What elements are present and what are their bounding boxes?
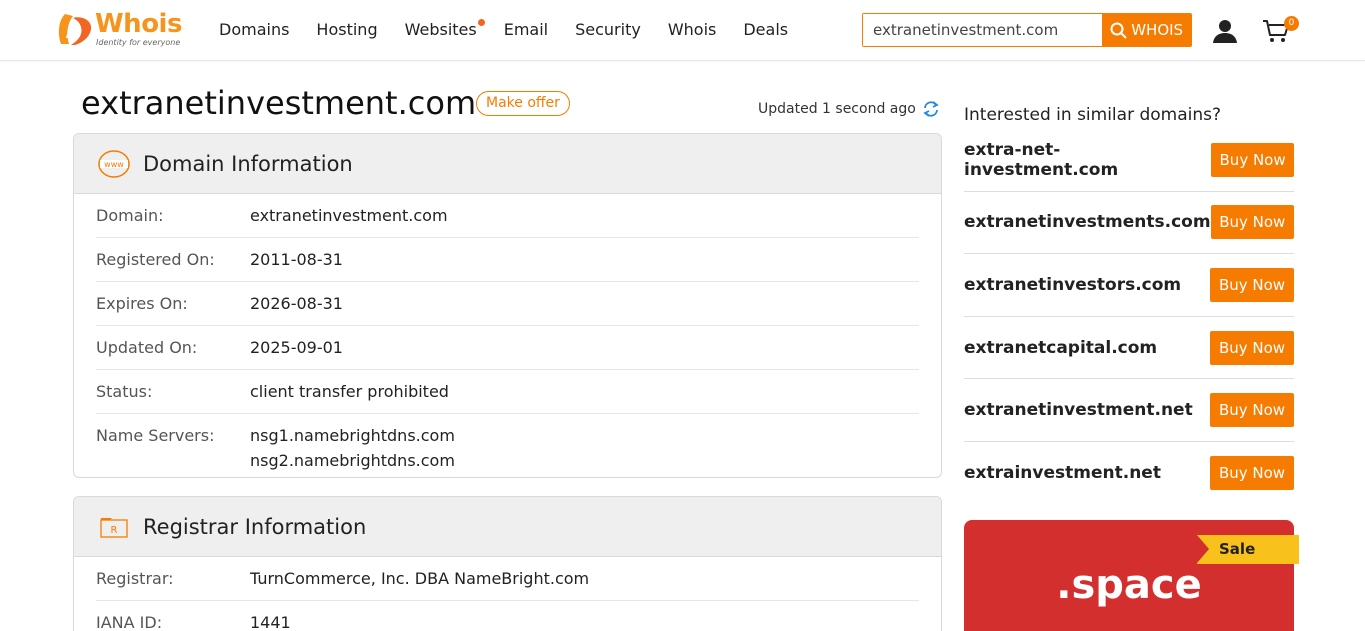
nav-websites-label: Websites: [404, 20, 477, 39]
row-value: extranetinvestment.com: [250, 206, 448, 225]
make-offer-button[interactable]: Make offer: [476, 91, 570, 116]
registrar-information-panel: R Registrar Information Registrar: TurnC…: [73, 496, 942, 631]
suggested-domain[interactable]: extranetinvestors.com: [964, 275, 1181, 295]
whois-search: WHOIS: [862, 13, 1192, 47]
suggested-domain[interactable]: extra-net-investment.com: [964, 140, 1211, 180]
list-item: extrainvestment.net Buy Now: [964, 442, 1294, 505]
row-value: client transfer prohibited: [250, 382, 449, 401]
panel-header: R Registrar Information: [74, 497, 941, 557]
row-label: Registered On:: [96, 250, 215, 269]
buy-now-button[interactable]: Buy Now: [1210, 205, 1294, 240]
nav-domains[interactable]: Domains: [219, 18, 289, 42]
list-item: extranetinvestment.net Buy Now: [964, 379, 1294, 442]
nav-deals[interactable]: Deals: [743, 18, 788, 42]
nav-websites[interactable]: Websites: [404, 18, 485, 42]
row-value: 1441: [250, 613, 291, 631]
row-label: IANA ID:: [96, 613, 163, 631]
info-row: Expires On: 2026-08-31: [96, 282, 919, 326]
row-value: 2025-09-01: [250, 338, 343, 357]
updated-status: Updated 1 second ago: [758, 100, 940, 118]
svg-text:www: www: [104, 160, 124, 169]
list-item: extra-net-investment.com Buy Now: [964, 129, 1294, 192]
www-icon: www: [98, 149, 130, 179]
row-label: Registrar:: [96, 569, 174, 588]
info-row: Status: client transfer prohibited: [96, 370, 919, 414]
whois-search-button[interactable]: WHOIS: [1102, 14, 1191, 46]
logo-wordmark: Whois: [95, 9, 182, 39]
suggested-domain[interactable]: extranetinvestments.com: [964, 212, 1211, 232]
info-row: Registrar: TurnCommerce, Inc. DBA NameBr…: [96, 557, 919, 601]
buy-now-button[interactable]: Buy Now: [1210, 330, 1294, 365]
row-value: 2011-08-31: [250, 250, 343, 269]
info-row: Name Servers: nsg1.namebrightdns.com nsg…: [96, 414, 919, 477]
domain-information-panel: www Domain Information Domain: extraneti…: [73, 133, 942, 478]
row-label: Updated On:: [96, 338, 198, 357]
name-server: nsg1.namebrightdns.com: [250, 426, 455, 445]
site-header: Whois Identity for everyone Domains Host…: [0, 0, 1365, 61]
info-row: Domain: extranetinvestment.com: [96, 194, 919, 238]
main-nav: Domains Hosting Websites Email Security …: [219, 18, 815, 42]
space-sale-banner[interactable]: Sale .space: [964, 520, 1299, 631]
whois-search-label: WHOIS: [1131, 21, 1184, 39]
suggested-domain[interactable]: extranetinvestment.net: [964, 400, 1193, 420]
sale-ribbon: Sale: [1197, 535, 1299, 564]
list-item: extranetinvestors.com Buy Now: [964, 254, 1294, 317]
buy-now-button[interactable]: Buy Now: [1210, 267, 1294, 302]
buy-now-button[interactable]: Buy Now: [1210, 393, 1294, 428]
svg-text:R: R: [111, 525, 118, 536]
buy-now-button[interactable]: Buy Now: [1211, 142, 1294, 177]
nav-security[interactable]: Security: [575, 18, 641, 42]
similar-domains-list: extra-net-investment.com Buy Now extrane…: [964, 129, 1294, 505]
buy-now-button[interactable]: Buy Now: [1210, 456, 1294, 491]
nav-hosting[interactable]: Hosting: [316, 18, 377, 42]
panel-title: Registrar Information: [143, 514, 367, 539]
registrar-folder-icon: R: [98, 512, 130, 542]
search-input[interactable]: [863, 14, 1103, 46]
row-label: Domain:: [96, 206, 164, 225]
row-value: TurnCommerce, Inc. DBA NameBright.com: [250, 569, 590, 588]
whois-logo[interactable]: Whois Identity for everyone: [55, 9, 190, 51]
info-row: Updated On: 2025-09-01: [96, 326, 919, 370]
row-value: nsg1.namebrightdns.com nsg2.namebrightdn…: [250, 423, 455, 473]
list-item: extranetinvestments.com Buy Now: [964, 192, 1294, 255]
search-icon: [1110, 22, 1127, 39]
user-account-icon[interactable]: [1212, 18, 1238, 44]
row-label: Expires On:: [96, 294, 188, 313]
nav-whois[interactable]: Whois: [668, 18, 717, 42]
panel-header: www Domain Information: [74, 134, 941, 194]
promo-tld: .space: [1056, 562, 1202, 608]
row-label: Name Servers:: [96, 426, 215, 445]
name-server: nsg2.namebrightdns.com: [250, 451, 455, 470]
cart-count-badge: 0: [1284, 16, 1299, 31]
refresh-icon[interactable]: [922, 100, 940, 118]
row-label: Status:: [96, 382, 153, 401]
suggested-domain[interactable]: extrainvestment.net: [964, 463, 1161, 483]
info-row: Registered On: 2011-08-31: [96, 238, 919, 282]
nav-email[interactable]: Email: [504, 18, 548, 42]
suggested-domain[interactable]: extranetcapital.com: [964, 338, 1157, 358]
new-indicator-dot: [477, 19, 485, 26]
list-item: extranetcapital.com Buy Now: [964, 317, 1294, 380]
page-title: extranetinvestment.com: [81, 84, 477, 122]
logo-tagline: Identity for everyone: [96, 38, 181, 47]
row-value: 2026-08-31: [250, 294, 343, 313]
info-row: IANA ID: 1441: [96, 601, 919, 631]
updated-text: Updated 1 second ago: [758, 101, 916, 117]
panel-title: Domain Information: [143, 151, 353, 176]
logo-mark-icon: [58, 14, 92, 45]
similar-domains-title: Interested in similar domains?: [964, 105, 1222, 125]
